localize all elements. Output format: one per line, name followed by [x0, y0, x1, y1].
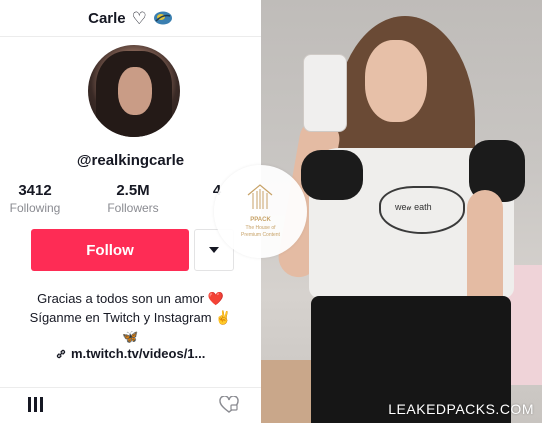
header-divider	[0, 36, 261, 37]
site-watermark: LEAKEDPACKS.COM	[388, 401, 534, 417]
globe-emoji-icon	[153, 11, 172, 25]
watermark-tagline: The House of Premium Content	[241, 225, 280, 238]
butterfly-emoji: 🦋	[122, 329, 139, 344]
following-label: Following	[9, 201, 61, 215]
heart-outline-icon: ♡	[131, 8, 147, 28]
following-count: 3412	[18, 182, 52, 199]
tabs-divider	[0, 387, 261, 388]
followers-count: 2.5M	[116, 182, 150, 199]
watermark-brand: PPACK	[250, 217, 271, 223]
phone-in-photo	[303, 54, 347, 132]
stat-following[interactable]: 3412 Following	[5, 182, 65, 215]
shirt-print-text: we𝓊 eath	[395, 202, 432, 212]
house-logo-icon	[247, 184, 273, 209]
profile-link[interactable]: m.twitch.tv/videos/1...	[56, 346, 205, 361]
videos-grid-icon[interactable]	[28, 397, 44, 413]
watermark-badge: PPACK The House of Premium Content	[214, 165, 307, 258]
profile-handle: @realkingcarle	[76, 152, 185, 169]
bio-line: Gracias a todos son un amor ❤️	[37, 291, 224, 306]
profile-name: Carle	[88, 9, 126, 27]
followers-label: Followers	[107, 201, 159, 215]
bio-line: Síganme en Twitch y Instagram ✌	[29, 310, 232, 325]
profile-header: Carle ♡	[0, 0, 261, 36]
stat-followers[interactable]: 2.5M Followers	[98, 182, 168, 215]
follow-button[interactable]: Follow	[31, 229, 189, 271]
avatar[interactable]	[88, 45, 180, 137]
bio: Gracias a todos son un amor ❤️ Síganme e…	[0, 289, 261, 346]
liked-videos-icon[interactable]	[219, 396, 239, 414]
link-icon	[56, 349, 66, 358]
caret-down-icon	[209, 247, 219, 253]
link-text: m.twitch.tv/videos/1...	[71, 346, 206, 361]
